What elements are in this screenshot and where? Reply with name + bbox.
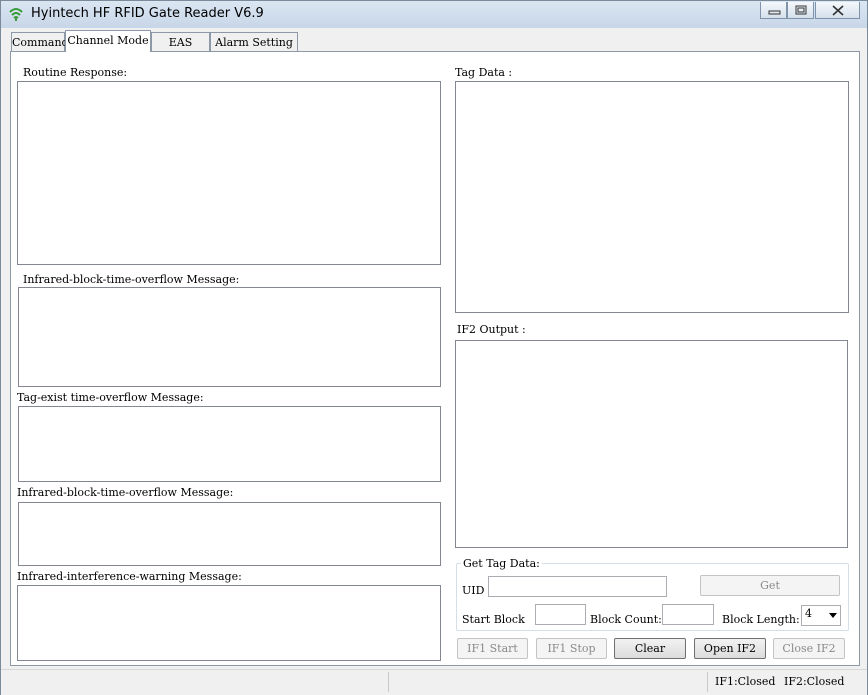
start-block-input[interactable] xyxy=(535,604,586,625)
infrared-interference-textbox[interactable] xyxy=(17,585,441,661)
status-bar: IF1:Closed IF2:Closed xyxy=(1,669,867,695)
tab-command[interactable]: Command xyxy=(11,32,69,51)
wifi-signal-icon xyxy=(8,6,24,22)
tag-exist-textbox[interactable] xyxy=(18,406,441,482)
title-bar[interactable]: Hyintech HF RFID Gate Reader V6.9 xyxy=(1,1,867,28)
block-length-label: Block Length: xyxy=(722,613,800,626)
close-icon xyxy=(832,5,844,16)
tag-exist-label: Tag-exist time-overflow Message: xyxy=(17,391,204,404)
infrared-block-label-1: Infrared-block-time-overflow Message: xyxy=(23,273,240,286)
block-length-select[interactable]: 4 xyxy=(801,605,841,626)
infrared-block-textbox-1[interactable] xyxy=(18,287,441,387)
maximize-icon xyxy=(795,5,807,15)
if2-output-label: IF2 Output : xyxy=(457,323,526,336)
routine-response-textbox[interactable] xyxy=(17,81,441,265)
status-separator xyxy=(388,672,389,692)
if1-status: IF1:Closed xyxy=(715,675,776,688)
get-button[interactable]: Get xyxy=(700,575,840,596)
if1-stop-button[interactable]: IF1 Stop xyxy=(536,638,607,659)
chevron-down-icon xyxy=(829,613,837,618)
get-tag-data-title: Get Tag Data: xyxy=(461,557,542,570)
uid-label: UID xyxy=(462,584,485,597)
tag-data-textbox[interactable] xyxy=(455,81,849,313)
infrared-block-textbox-2[interactable] xyxy=(18,502,441,566)
infrared-block-label-2: Infrared-block-time-overflow Message: xyxy=(17,486,234,499)
uid-input[interactable] xyxy=(488,576,667,597)
tag-data-label: Tag Data : xyxy=(455,66,513,79)
start-block-label: Start Block xyxy=(462,613,525,626)
block-length-value: 4 xyxy=(805,607,812,620)
if2-output-textbox[interactable] xyxy=(455,340,848,548)
maximize-button[interactable] xyxy=(787,2,814,19)
block-count-label: Block Count: xyxy=(590,613,662,626)
close-if2-button[interactable]: Close IF2 xyxy=(773,638,845,659)
open-if2-button[interactable]: Open IF2 xyxy=(694,638,766,659)
minimize-icon xyxy=(768,10,781,15)
if1-start-button[interactable]: IF1 Start xyxy=(457,638,528,659)
tab-alarm-setting[interactable]: Alarm Setting xyxy=(210,32,298,51)
tab-channel-mode[interactable]: Channel Mode xyxy=(65,30,151,52)
routine-response-label: Routine Response: xyxy=(23,66,128,79)
if2-status: IF2:Closed xyxy=(784,675,845,688)
infrared-interference-label: Infrared-interference-warning Message: xyxy=(17,570,242,583)
window-title: Hyintech HF RFID Gate Reader V6.9 xyxy=(31,6,264,21)
status-separator xyxy=(707,672,708,692)
clear-button[interactable]: Clear xyxy=(614,638,686,659)
close-button[interactable] xyxy=(815,2,860,19)
minimize-button[interactable] xyxy=(760,2,787,19)
channel-mode-panel: Routine Response: Infrared-block-time-ov… xyxy=(10,51,860,666)
main-window: Hyintech HF RFID Gate Reader V6.9 Comman… xyxy=(0,0,868,695)
tab-eas-mode[interactable]: EAS Mode xyxy=(151,32,210,68)
block-count-input[interactable] xyxy=(662,604,714,625)
